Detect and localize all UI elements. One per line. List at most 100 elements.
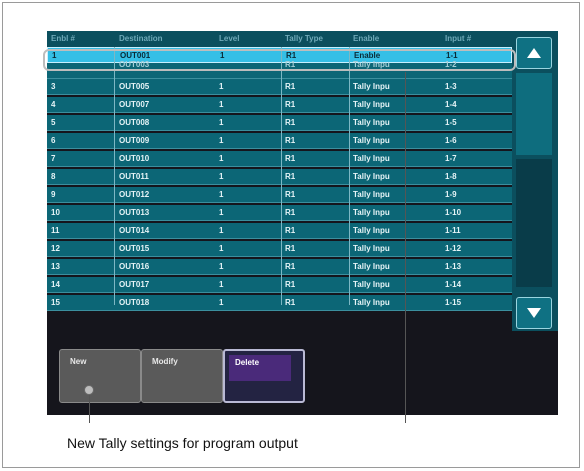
scroll-up-button[interactable] xyxy=(516,37,552,69)
cell-tally-type: R1 xyxy=(285,244,296,253)
column-divider xyxy=(281,47,282,305)
cell-enable: Tally Inpu xyxy=(353,298,390,307)
column-divider xyxy=(349,47,350,305)
cell-destination: OUT012 xyxy=(119,190,150,199)
cell-enable: Tally Inpu xyxy=(353,208,390,217)
cell-tally-type: R1 xyxy=(285,298,296,307)
cell-input: 1-7 xyxy=(445,154,457,163)
cell-enable: Tally Inpu xyxy=(353,280,390,289)
table-row[interactable]: 13 OUT016 1 R1 Tally Inpu 1-13 xyxy=(47,259,512,275)
modify-button[interactable]: Modify xyxy=(141,349,223,403)
cell-enable: Tally Inpu xyxy=(353,262,390,271)
cell-destination: OUT005 xyxy=(119,82,150,91)
scroll-thumb[interactable] xyxy=(516,73,552,155)
cell-level: 1 xyxy=(219,136,224,145)
device-screen: Enbl # Destination Level Tally Type Enab… xyxy=(47,31,558,415)
cell-tally-type: R1 xyxy=(285,100,296,109)
cell-input: 1-13 xyxy=(445,262,462,271)
cell-destination: OUT015 xyxy=(119,244,150,253)
figure-caption: New Tally settings for program output xyxy=(67,435,298,451)
table-row[interactable]: 8 OUT011 1 R1 Tally Inpu 1-8 xyxy=(47,169,512,185)
callout-leader-line xyxy=(405,72,406,423)
col-input: Input # xyxy=(445,34,472,43)
cell-destination: OUT008 xyxy=(119,118,150,127)
cell-input: 1-4 xyxy=(445,100,457,109)
cell-level: 1 xyxy=(219,226,224,235)
cell-enbl: 11 xyxy=(51,226,60,235)
cell-enbl: 9 xyxy=(51,190,56,199)
col-destination: Destination xyxy=(119,34,163,43)
cell-enbl: 15 xyxy=(51,298,60,307)
table-header: Enbl # Destination Level Tally Type Enab… xyxy=(47,31,512,47)
col-tally-type: Tally Type xyxy=(285,34,323,43)
col-enable: Enable xyxy=(353,34,380,43)
new-button-label: New xyxy=(70,357,87,366)
cell-tally-type: R1 xyxy=(285,118,296,127)
cell-tally-type: R1 xyxy=(285,172,296,181)
table-row[interactable]: 7 OUT010 1 R1 Tally Inpu 1-7 xyxy=(47,151,512,167)
scroll-track[interactable] xyxy=(516,159,552,287)
table-row[interactable]: 5 OUT008 1 R1 Tally Inpu 1-5 xyxy=(47,115,512,131)
cell-tally-type: R1 xyxy=(285,154,296,163)
cell-enable: Tally Inpu xyxy=(353,82,390,91)
new-button[interactable]: New xyxy=(59,349,141,403)
cell-destination: OUT007 xyxy=(119,100,150,109)
cell-level: 1 xyxy=(219,82,224,91)
cell-input: 1-3 xyxy=(445,82,457,91)
cell-enable: Tally Inpu xyxy=(353,172,390,181)
table-row[interactable]: 10 OUT013 1 R1 Tally Inpu 1-10 xyxy=(47,205,512,221)
cell-tally-type: R1 xyxy=(285,82,296,91)
delete-button[interactable]: Delete xyxy=(223,349,305,403)
cell-enable: Tally Inpu xyxy=(353,190,390,199)
cell-destination: OUT010 xyxy=(119,154,150,163)
cell-enable: Tally Inpu xyxy=(353,136,390,145)
col-level: Level xyxy=(219,34,240,43)
figure-frame: Enbl # Destination Level Tally Type Enab… xyxy=(2,2,580,468)
delete-button-label: Delete xyxy=(235,358,260,367)
cell-level: 1 xyxy=(219,262,224,271)
scrollbar xyxy=(512,31,558,331)
cell-tally-type: R1 xyxy=(285,262,296,271)
cell-tally-type: R1 xyxy=(285,226,296,235)
modify-button-label: Modify xyxy=(152,357,178,366)
cell-enbl: 10 xyxy=(51,208,60,217)
table-row[interactable]: 3 OUT005 1 R1 Tally Inpu 1-3 xyxy=(47,79,512,95)
cell-enbl: 3 xyxy=(51,82,56,91)
scroll-down-button[interactable] xyxy=(516,297,552,329)
cell-enable: Tally Inpu xyxy=(353,226,390,235)
cell-destination: OUT011 xyxy=(119,172,149,181)
cell-level: 1 xyxy=(219,244,224,253)
cell-input: 1-14 xyxy=(445,280,462,289)
cell-input: 1-9 xyxy=(445,190,457,199)
cell-destination: OUT014 xyxy=(119,226,150,235)
table-row[interactable]: 12 OUT015 1 R1 Tally Inpu 1-12 xyxy=(47,241,512,257)
table-row[interactable]: 15 OUT018 1 R1 Tally Inpu 1-15 xyxy=(47,295,512,311)
cell-enbl: 12 xyxy=(51,244,60,253)
cell-enable: Tally Inpu xyxy=(353,154,390,163)
cell-level: 1 xyxy=(219,118,224,127)
table-row[interactable]: 6 OUT009 1 R1 Tally Inpu 1-6 xyxy=(47,133,512,149)
cell-enable: Tally Inpu xyxy=(353,244,390,253)
cell-destination: OUT016 xyxy=(119,262,150,271)
column-divider xyxy=(114,47,115,305)
cell-input: 1-10 xyxy=(445,208,462,217)
selected-row-callout xyxy=(43,49,516,71)
cell-level: 1 xyxy=(219,154,224,163)
cell-enable: Tally Inpu xyxy=(353,100,390,109)
cell-destination: OUT013 xyxy=(119,208,150,217)
table-row[interactable]: 9 OUT012 1 R1 Tally Inpu 1-9 xyxy=(47,187,512,203)
cell-tally-type: R1 xyxy=(285,280,296,289)
table-row[interactable]: 4 OUT007 1 R1 Tally Inpu 1-4 xyxy=(47,97,512,113)
arrow-up-icon xyxy=(527,48,541,58)
table-row[interactable]: 14 OUT017 1 R1 Tally Inpu 1-14 xyxy=(47,277,512,293)
col-enbl: Enbl # xyxy=(51,34,76,43)
cell-enbl: 14 xyxy=(51,280,60,289)
cell-enbl: 8 xyxy=(51,172,56,181)
cell-input: 1-15 xyxy=(445,298,462,307)
cell-level: 1 xyxy=(219,298,224,307)
cell-input: 1-8 xyxy=(445,172,457,181)
cell-tally-type: R1 xyxy=(285,208,296,217)
cell-enbl: 5 xyxy=(51,118,56,127)
table-row[interactable]: 11 OUT014 1 R1 Tally Inpu 1-11 xyxy=(47,223,512,239)
cell-enbl: 6 xyxy=(51,136,56,145)
